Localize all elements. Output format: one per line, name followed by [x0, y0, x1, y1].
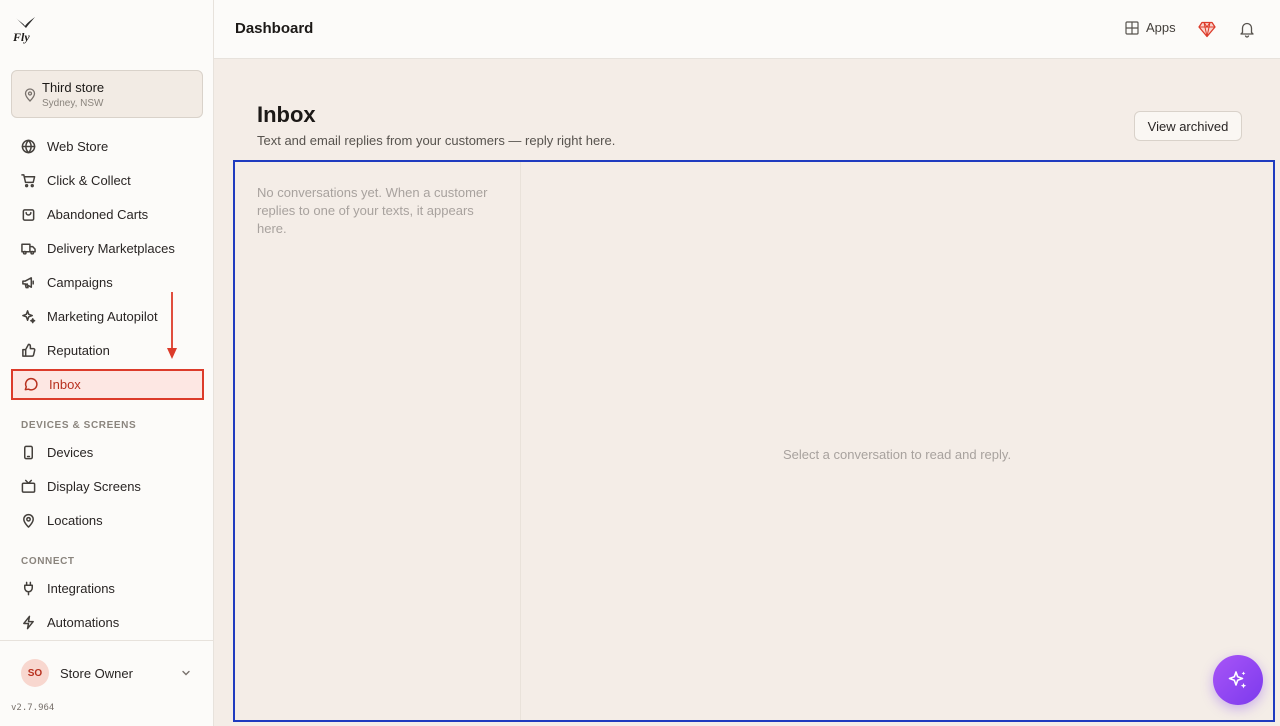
inbox-panel: No conversations yet. When a customer re… [233, 160, 1275, 722]
megaphone-icon [22, 277, 34, 289]
store-location: Sydney, NSW [42, 98, 104, 109]
ai-assistant-button[interactable] [1213, 655, 1263, 705]
sidebar-item-label: Integrations [47, 581, 115, 596]
chevron-down-icon [182, 670, 190, 676]
apps-button[interactable]: Apps [1125, 20, 1176, 35]
sidebar-item-web-store[interactable]: Web Store [11, 131, 204, 162]
page-header-title: Dashboard [235, 20, 314, 37]
sidebar-item-label: Locations [47, 513, 103, 528]
sidebar-item-locations[interactable]: Locations [11, 505, 204, 536]
sidebar-item-delivery-marketplaces[interactable]: Delivery Marketplaces [11, 233, 204, 264]
conversation-list: No conversations yet. When a customer re… [235, 162, 521, 720]
sidebar: Fly Third store Sydney, NSW Web Store Cl… [0, 0, 214, 726]
sidebar-item-label: Click & Collect [47, 173, 131, 188]
page-subtitle: Text and email replies from your custome… [257, 133, 616, 148]
app-version: v2.7.964 [11, 703, 55, 713]
bell-icon[interactable] [1238, 20, 1256, 38]
sidebar-item-label: Inbox [49, 377, 81, 392]
sidebar-item-label: Reputation [47, 343, 110, 358]
empty-detail-message: Select a conversation to read and reply. [782, 447, 1012, 462]
top-bar: Dashboard Apps [214, 0, 1280, 59]
map-pin-icon [23, 513, 34, 528]
globe-icon [21, 139, 36, 154]
plug-icon [24, 581, 33, 596]
user-menu[interactable]: SO Store Owner [11, 655, 204, 691]
sidebar-item-display-screens[interactable]: Display Screens [11, 471, 204, 502]
sparkles-icon [22, 310, 36, 324]
truck-icon [21, 243, 36, 255]
zap-icon [23, 615, 34, 630]
apps-label: Apps [1146, 20, 1176, 35]
empty-list-message: No conversations yet. When a customer re… [257, 185, 488, 236]
sidebar-item-integrations[interactable]: Integrations [11, 573, 204, 604]
sidebar-item-inbox[interactable]: Inbox [11, 369, 204, 400]
bag-icon [22, 209, 35, 221]
grid-icon [1125, 20, 1139, 35]
store-switcher[interactable]: Third store Sydney, NSW [11, 70, 203, 118]
user-name: Store Owner [60, 665, 133, 681]
sidebar-item-label: Delivery Marketplaces [47, 241, 175, 256]
sparkles-icon [1228, 671, 1247, 689]
sidebar-item-click-collect[interactable]: Click & Collect [11, 165, 204, 196]
sidebar-item-label: Campaigns [47, 275, 113, 290]
store-name: Third store [42, 80, 105, 95]
message-circle-icon [24, 377, 38, 391]
sidebar-item-abandoned-carts[interactable]: Abandoned Carts [11, 199, 204, 230]
fly-logo[interactable]: Fly [12, 14, 38, 46]
cart-icon [21, 174, 36, 188]
avatar: SO [21, 659, 49, 687]
gem-icon[interactable] [1198, 21, 1216, 38]
sidebar-item-devices[interactable]: Devices [11, 437, 204, 468]
section-title-connect: CONNECT [21, 556, 75, 567]
annotation-arrow [167, 292, 177, 359]
tv-icon [21, 479, 36, 493]
sidebar-item-label: Devices [47, 445, 94, 460]
sidebar-item-automations[interactable]: Automations [11, 607, 204, 638]
logo-text: Fly [12, 30, 30, 44]
sidebar-divider [0, 640, 213, 641]
sidebar-item-label: Abandoned Carts [47, 207, 149, 222]
view-archived-button[interactable]: View archived [1134, 111, 1242, 141]
phone-icon [24, 445, 33, 460]
map-pin-icon [24, 88, 36, 102]
thumbs-up-icon [22, 343, 36, 357]
page-title: Inbox [257, 102, 316, 127]
sidebar-item-label: Automations [47, 615, 120, 630]
sidebar-item-label: Web Store [47, 139, 109, 154]
sidebar-item-label: Display Screens [47, 479, 141, 494]
sidebar-item-label: Marketing Autopilot [47, 309, 158, 324]
section-title-devices: DEVICES & SCREENS [21, 420, 137, 431]
